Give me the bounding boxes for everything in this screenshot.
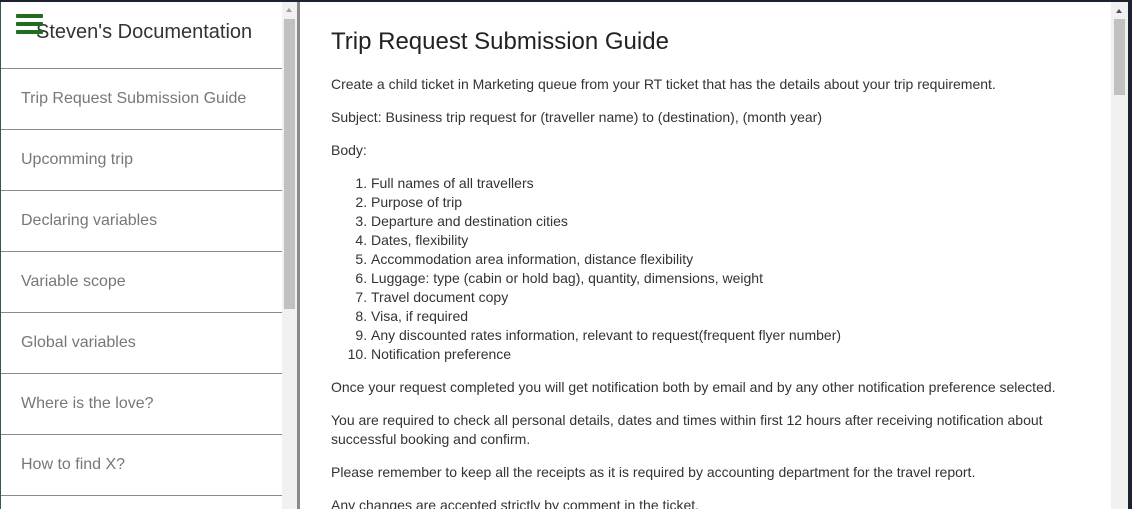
list-item: Luggage: type (cabin or hold bag), quant… (371, 269, 1091, 288)
window-right-border (1128, 2, 1132, 509)
subject-line: Subject: Business trip request for (trav… (331, 109, 822, 125)
intro-paragraph: Create a child ticket in Marketing queue… (331, 76, 996, 92)
main-content: Trip Request Submission Guide Create a c… (300, 2, 1111, 509)
scroll-up-arrow-icon[interactable] (286, 8, 292, 12)
main-scrollbar-thumb[interactable] (1114, 19, 1125, 95)
sidebar-scrollbar-thumb[interactable] (284, 19, 295, 309)
main-scrollbar[interactable] (1111, 2, 1128, 509)
nav-item-where-is-the-love[interactable]: Where is the love? (1, 374, 282, 435)
requirements-list: Full names of all travellers Purpose of … (331, 174, 1091, 364)
sidebar-scrollbar[interactable] (282, 2, 297, 509)
sidebar-header: Steven's Documentation (1, 2, 282, 69)
nav-item-global-variables[interactable]: Global variables (1, 313, 282, 374)
sidebar: Steven's Documentation Trip Request Subm… (0, 2, 282, 509)
body-label: Body: (331, 142, 367, 158)
receipts-paragraph: Please remember to keep all the receipts… (331, 464, 976, 480)
sidebar-title: Steven's Documentation (36, 21, 253, 43)
notification-paragraph: Once your request completed you will get… (331, 379, 1056, 395)
list-item: Any discounted rates information, releva… (371, 326, 1091, 345)
changes-paragraph: Any changes are accepted strictly by com… (331, 497, 700, 509)
nav-item-trip-request-submission-guide[interactable]: Trip Request Submission Guide (1, 69, 282, 130)
nav-item-declaring-variables[interactable]: Declaring variables (1, 191, 282, 252)
nav-item-variable-scope[interactable]: Variable scope (1, 252, 282, 313)
list-item: Notification preference (371, 345, 1091, 364)
list-item: Purpose of trip (371, 193, 1091, 212)
list-item: Dates, flexibility (371, 231, 1091, 250)
hamburger-menu-icon[interactable] (16, 14, 43, 36)
list-item: Departure and destination cities (371, 212, 1091, 231)
nav-item-upcomming-trip[interactable]: Upcomming trip (1, 130, 282, 191)
list-item: Full names of all travellers (371, 174, 1091, 193)
list-item: Travel document copy (371, 288, 1091, 307)
scroll-up-arrow-icon[interactable] (1116, 9, 1122, 13)
list-item: Accommodation area information, distance… (371, 250, 1091, 269)
list-item: Visa, if required (371, 307, 1091, 326)
check-details-paragraph: You are required to check all personal d… (331, 412, 1043, 447)
page-title: Trip Request Submission Guide (331, 28, 669, 55)
nav-item-how-to-find-x[interactable]: How to find X? (1, 435, 282, 496)
